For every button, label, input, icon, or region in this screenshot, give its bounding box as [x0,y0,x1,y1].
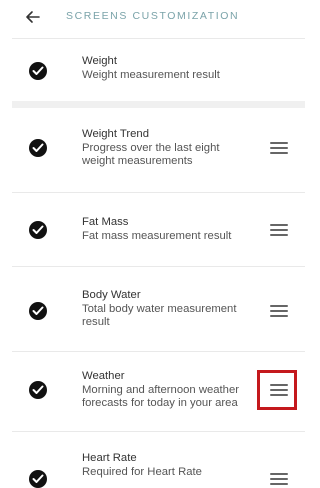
screen-item-text: Weather Morning and afternoon weather fo… [82,370,257,411]
screen-item-text: Weight Trend Progress over the last eigh… [82,128,242,169]
app-header: SCREENS CUSTOMIZATION [0,0,305,38]
checkmark-circle-icon[interactable] [29,302,47,320]
screen-item-text: Body Water Total body water measurement … [82,289,257,330]
screen-item-fat-mass[interactable]: Fat Mass Fat mass measurement result [12,193,305,266]
screen-item-name: Weather [82,370,125,382]
screen-item-text: Heart Rate Required for Heart Rate [82,452,262,479]
screen-item-name: Weight Trend [82,128,149,140]
screen-item-heart-rate[interactable]: Heart Rate Required for Heart Rate [12,432,305,488]
screen-item-weight[interactable]: Weight Weight measurement result [12,39,305,101]
screen-item-description: Progress over the last eight weight meas… [82,141,220,168]
screen-item-text: Weight Weight measurement result [82,55,262,82]
drag-handle-icon[interactable] [270,224,288,238]
checkmark-circle-icon[interactable] [29,221,47,239]
screen-item-name: Weight [82,55,117,67]
screen-item-name: Heart Rate [82,452,137,464]
screen-item-description: Fat mass measurement result [82,229,232,242]
drag-handle-icon[interactable] [270,473,288,487]
highlight-box [257,370,297,410]
screen-item-weight-trend[interactable]: Weight Trend Progress over the last eigh… [12,108,305,192]
screen-item-description: Total body water measurement result [82,302,237,329]
screen-item-name: Fat Mass [82,216,129,228]
drag-handle-icon[interactable] [270,142,288,156]
screen-item-description: Morning and afternoon weather forecasts … [82,383,240,410]
screen-item-body-water[interactable]: Body Water Total body water measurement … [12,267,305,351]
screen-item-name: Body Water [82,289,141,301]
screen-item-text: Fat Mass Fat mass measurement result [82,216,262,243]
checkmark-circle-icon[interactable] [29,381,47,399]
checkmark-circle-icon[interactable] [29,470,47,488]
checkmark-circle-icon[interactable] [29,62,47,80]
screen-item-description: Required for Heart Rate [82,465,202,478]
back-button[interactable] [24,8,42,26]
drag-handle-icon[interactable] [270,305,288,319]
checkmark-circle-icon[interactable] [29,139,47,157]
section-separator [12,101,305,108]
arrow-left-icon [26,11,40,23]
page-title: SCREENS CUSTOMIZATION [66,10,240,22]
screen-item-description: Weight measurement result [82,68,220,81]
